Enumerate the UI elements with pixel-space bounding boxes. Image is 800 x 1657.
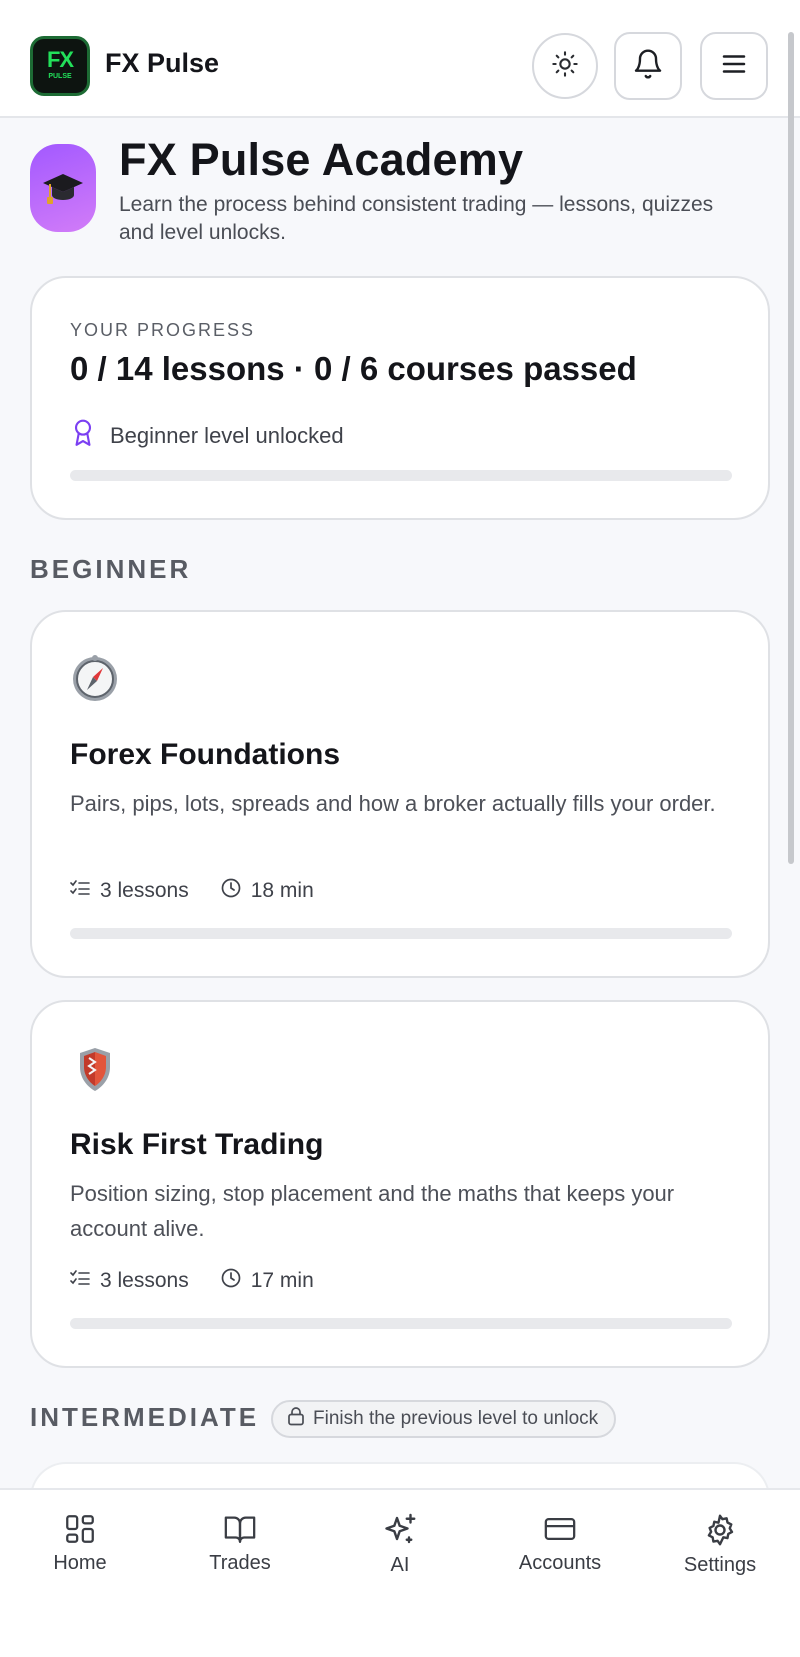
course-progress-bar xyxy=(70,1318,732,1329)
app-header: FX PULSE FX Pulse xyxy=(0,0,800,118)
level-status: Beginner level unlocked xyxy=(70,418,344,454)
bell-icon xyxy=(632,48,664,85)
lesson-count: 3 lessons xyxy=(100,1269,189,1292)
theme-toggle-button[interactable] xyxy=(532,33,598,99)
lock-icon xyxy=(287,1406,305,1432)
course-card[interactable]: Risk First Trading Position sizing, stop… xyxy=(30,1000,770,1368)
compass-icon xyxy=(70,654,120,704)
notifications-button[interactable] xyxy=(614,32,682,100)
page-subtitle: Learn the process behind consistent trad… xyxy=(119,193,714,244)
sun-icon xyxy=(551,50,579,83)
menu-button[interactable] xyxy=(700,32,768,100)
lock-note-text: Finish the previous level to unlock xyxy=(313,1408,599,1429)
course-duration: 17 min xyxy=(250,1269,314,1292)
overall-progress-bar xyxy=(70,470,732,481)
nav-label: Trades xyxy=(209,1552,271,1574)
locked-level-badge: Finish the previous level to unlock xyxy=(271,1400,617,1438)
checklist-icon xyxy=(70,1269,90,1293)
nav-label: Settings xyxy=(683,1554,757,1576)
checklist-icon xyxy=(70,879,90,903)
gear-icon xyxy=(660,1512,780,1548)
grid-icon xyxy=(20,1512,140,1546)
progress-overline: YOUR PROGRESS xyxy=(70,320,256,340)
page-title: FX Pulse Academy xyxy=(119,134,524,185)
nav-label: Accounts xyxy=(518,1552,602,1574)
progress-headline: 0 / 14 lessons · 0 / 6 courses passed xyxy=(70,350,637,387)
nav-item-ai[interactable]: AI xyxy=(340,1512,460,1577)
course-description: Position sizing, stop placement and the … xyxy=(70,1181,675,1241)
clock-icon xyxy=(221,1268,241,1294)
course-description: Pairs, pips, lots, spreads and how a bro… xyxy=(70,791,716,816)
logo-subtext: PULSE xyxy=(48,73,72,80)
app-logo[interactable]: FX PULSE xyxy=(30,36,90,96)
section-label-intermediate: INTERMEDIATE xyxy=(30,1402,260,1432)
award-ribbon-icon xyxy=(70,418,96,454)
sparkle-icon xyxy=(340,1512,460,1548)
course-duration: 18 min xyxy=(250,879,314,902)
course-progress-bar xyxy=(70,928,732,939)
book-icon xyxy=(180,1512,300,1546)
bottom-navigation: Home Trades AI Accounts Settings xyxy=(0,1488,800,1657)
shield-icon xyxy=(70,1044,120,1094)
graduation-cap-icon xyxy=(41,164,85,213)
level-status-text: Beginner level unlocked xyxy=(110,423,344,448)
course-meta: 3 lessons 18 min xyxy=(70,878,314,904)
academy-badge xyxy=(30,144,96,232)
course-title: Risk First Trading xyxy=(70,1128,324,1161)
nav-label: AI xyxy=(390,1554,410,1576)
course-title: Forex Foundations xyxy=(70,738,340,771)
logo-text: FX xyxy=(46,47,74,72)
section-label-beginner: BEGINNER xyxy=(30,554,192,584)
page-scrollbar[interactable] xyxy=(788,32,794,864)
course-card[interactable]: Forex Foundations Pairs, pips, lots, spr… xyxy=(30,610,770,978)
nav-label: Home xyxy=(53,1552,107,1574)
menu-icon xyxy=(719,49,749,84)
lesson-count: 3 lessons xyxy=(100,879,189,902)
card-icon xyxy=(500,1512,620,1546)
app-brand-name: FX Pulse xyxy=(105,48,220,78)
nav-item-settings[interactable]: Settings xyxy=(660,1512,780,1577)
course-meta: 3 lessons 17 min xyxy=(70,1268,314,1294)
nav-item-accounts[interactable]: Accounts xyxy=(500,1512,620,1575)
progress-card: YOUR PROGRESS 0 / 14 lessons · 0 / 6 cou… xyxy=(30,276,770,520)
nav-item-trades[interactable]: Trades xyxy=(180,1512,300,1575)
nav-item-home[interactable]: Home xyxy=(20,1512,140,1575)
clock-icon xyxy=(221,878,241,904)
